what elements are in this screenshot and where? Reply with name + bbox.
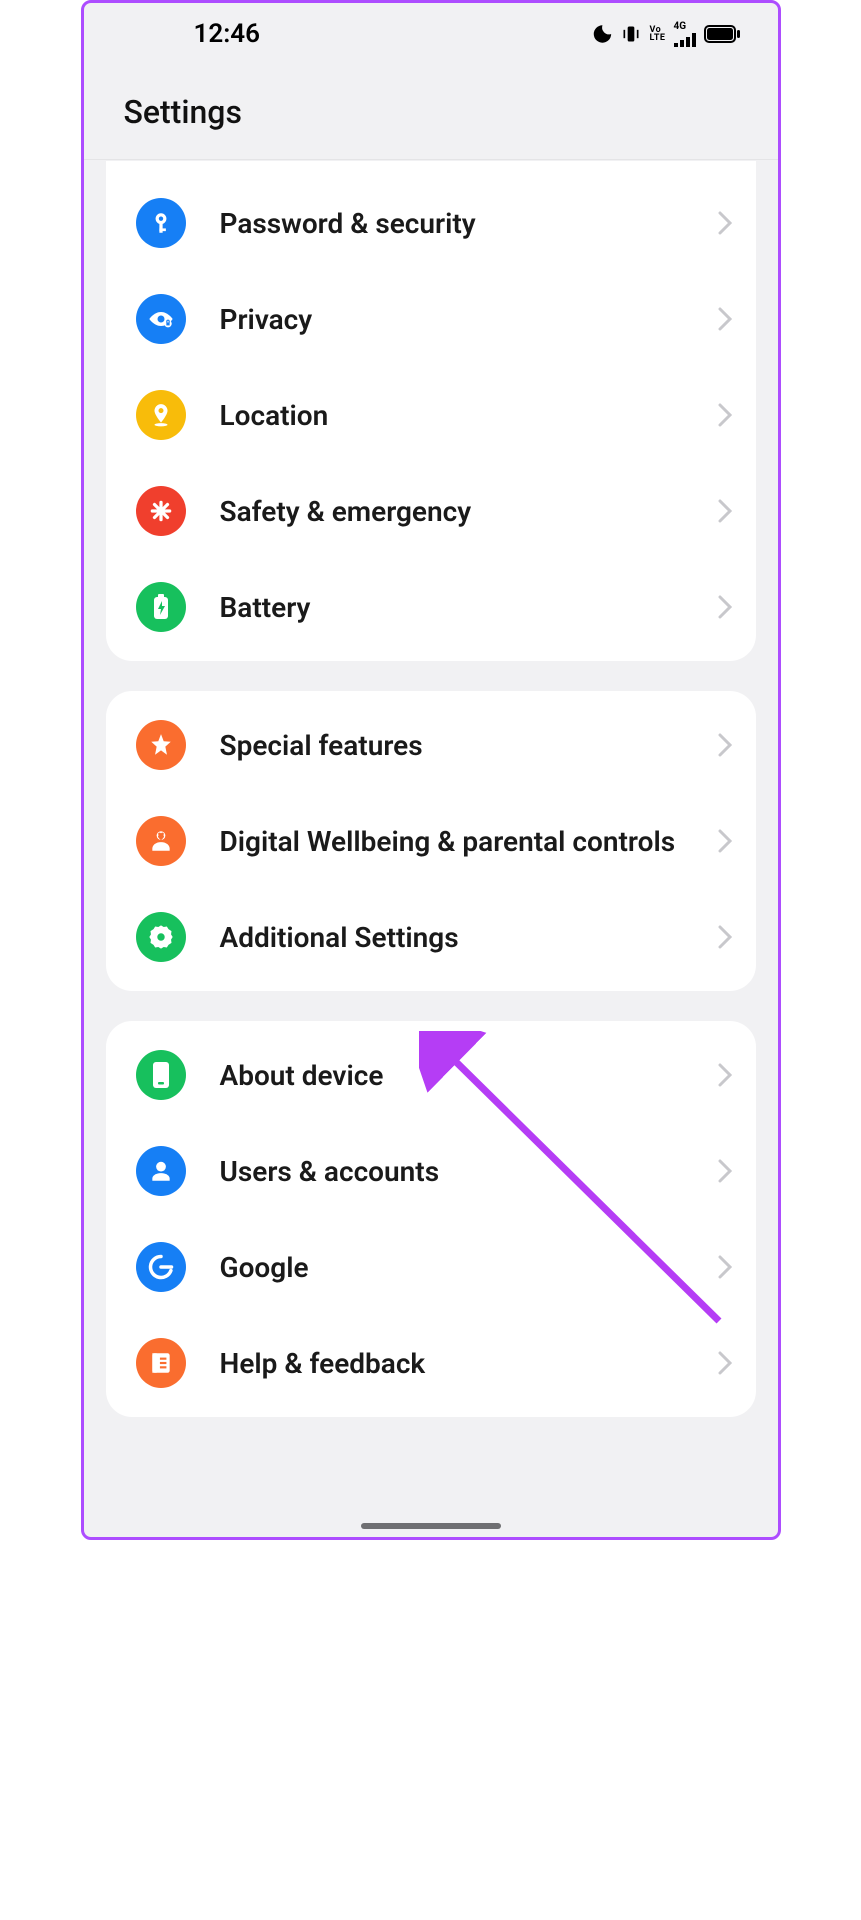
user-icon: [136, 1146, 186, 1196]
settings-row-digital-wellbeing[interactable]: Digital Wellbeing & parental controls: [106, 793, 756, 889]
privacy-icon: [136, 294, 186, 344]
chevron-right-icon: [718, 925, 732, 949]
chevron-right-icon: [718, 1255, 732, 1279]
key-icon: [136, 198, 186, 248]
row-label: Help & feedback: [220, 1346, 684, 1381]
settings-row-privacy[interactable]: Privacy: [106, 271, 756, 367]
row-label: Digital Wellbeing & parental controls: [220, 824, 684, 859]
row-label: Location: [220, 398, 684, 433]
volte-indicator: Vo LTE: [649, 26, 665, 42]
chevron-right-icon: [718, 829, 732, 853]
status-time: 12:46: [194, 19, 261, 49]
status-bar: 12:46 Vo LTE 4G: [84, 3, 778, 65]
row-label: Additional Settings: [220, 920, 684, 955]
settings-group-2: Special features Digital Wellbeing & par…: [106, 691, 756, 991]
settings-row-password-security[interactable]: Password & security: [106, 175, 756, 271]
google-icon: [136, 1242, 186, 1292]
signal-indicator: 4G: [674, 22, 696, 47]
row-label: Safety & emergency: [220, 494, 684, 529]
row-label: Special features: [220, 728, 684, 763]
settings-row-location[interactable]: Location: [106, 367, 756, 463]
emergency-icon: [136, 486, 186, 536]
star-icon: [136, 720, 186, 770]
home-indicator: [361, 1523, 501, 1529]
chevron-right-icon: [718, 733, 732, 757]
status-icons: Vo LTE 4G: [591, 22, 739, 47]
chevron-right-icon: [718, 403, 732, 427]
row-label: Battery: [220, 590, 684, 625]
settings-row-google[interactable]: Google: [106, 1219, 756, 1315]
device-icon: [136, 1050, 186, 1100]
battery-icon: [136, 582, 186, 632]
settings-row-safety-emergency[interactable]: Safety & emergency: [106, 463, 756, 559]
vibrate-icon: [621, 23, 641, 45]
settings-row-special-features[interactable]: Special features: [106, 697, 756, 793]
row-label: Privacy: [220, 302, 684, 337]
chevron-right-icon: [718, 595, 732, 619]
dnd-icon: [591, 23, 613, 45]
chevron-right-icon: [718, 499, 732, 523]
settings-row-apps[interactable]: Apps: [106, 161, 756, 175]
settings-group-3: About device Users & accounts Google: [106, 1021, 756, 1417]
location-icon: [136, 390, 186, 440]
row-label: About device: [220, 1058, 684, 1093]
chevron-right-icon: [718, 307, 732, 331]
heart-icon: [136, 816, 186, 866]
book-icon: [136, 1338, 186, 1388]
page-title: Settings: [84, 65, 778, 160]
battery-status-icon: [704, 25, 740, 43]
chevron-right-icon: [718, 1063, 732, 1087]
settings-row-users-accounts[interactable]: Users & accounts: [106, 1123, 756, 1219]
settings-group-1: Apps Password & security Privacy: [106, 161, 756, 661]
phone-frame: 12:46 Vo LTE 4G Settings A: [81, 0, 781, 1540]
row-label: Password & security: [220, 206, 684, 241]
chevron-right-icon: [718, 211, 732, 235]
settings-row-battery[interactable]: Battery: [106, 559, 756, 655]
row-label: Users & accounts: [220, 1154, 684, 1189]
chevron-right-icon: [718, 1159, 732, 1183]
gear-icon: [136, 912, 186, 962]
settings-row-help-feedback[interactable]: Help & feedback: [106, 1315, 756, 1411]
row-label: Google: [220, 1250, 684, 1285]
settings-scroll[interactable]: Apps Password & security Privacy: [84, 161, 778, 1537]
chevron-right-icon: [718, 1351, 732, 1375]
settings-row-additional-settings[interactable]: Additional Settings: [106, 889, 756, 985]
settings-row-about-device[interactable]: About device: [106, 1027, 756, 1123]
